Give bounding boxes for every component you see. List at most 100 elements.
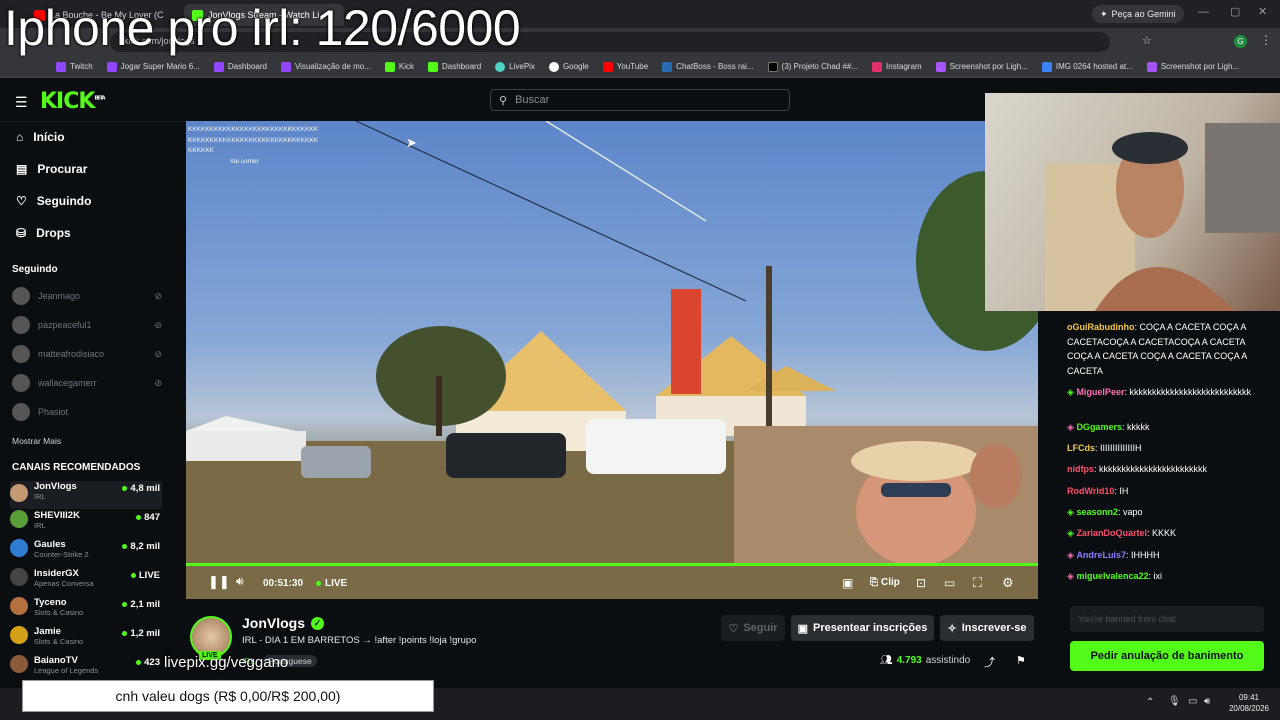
chat-username[interactable]: oGuiRabudinho — [1067, 322, 1135, 332]
bookmark-item[interactable]: Screenshot por Ligh... — [935, 61, 1028, 72]
nav-home[interactable]: ⌂ Início — [16, 130, 65, 144]
livepix-url: livepix.gg/veggano — [164, 654, 289, 671]
bookmark-item[interactable]: IMG 0264 hosted at... — [1041, 61, 1133, 72]
bookmark-item[interactable]: Dashboard — [213, 61, 267, 72]
chevron-up-icon[interactable]: ⌃ — [1146, 697, 1154, 708]
bookmark-item[interactable]: Screenshot por Ligh... — [1146, 61, 1239, 72]
minimize-button[interactable]: — — [1198, 6, 1209, 18]
volume-icon[interactable]: 🔊︎ — [1204, 696, 1210, 707]
beta-label: BETA — [94, 95, 105, 102]
share-icon[interactable]: ⤴ — [984, 654, 995, 670]
bookmark-item[interactable]: Dashboard — [428, 61, 481, 72]
chat-username[interactable]: AndreLuis7 — [1076, 550, 1126, 560]
clock[interactable]: 09:41 20/08/2026 — [1226, 692, 1272, 714]
report-icon[interactable]: ⚑ — [1016, 654, 1026, 667]
network-icon[interactable]: ▭ — [1188, 696, 1197, 707]
chat-username[interactable]: MiguelPeer — [1076, 387, 1124, 397]
nav-drops[interactable]: ⛁ Drops — [16, 226, 71, 240]
nav-label: Início — [33, 130, 65, 144]
avatar — [12, 345, 30, 363]
nav-following[interactable]: ♡ Seguindo — [16, 194, 91, 208]
chat-username[interactable]: RodWrld10 — [1067, 486, 1114, 496]
chat-text: IHHHH — [1130, 550, 1160, 560]
star-icon[interactable]: ☆ — [1142, 34, 1152, 47]
following-name: wallacegamerr — [38, 378, 97, 388]
following-item[interactable]: Phasiot — [12, 403, 162, 421]
chat-username[interactable]: ZarianDoQuartel — [1076, 528, 1147, 538]
clip-button[interactable]: ⎘ Clip — [870, 577, 900, 588]
channel-name: Jamie — [34, 626, 61, 637]
lightshot-icon — [935, 61, 946, 72]
avatar — [12, 287, 30, 305]
streamer-name[interactable]: JonVlogs — [242, 615, 305, 631]
following-item[interactable]: Jeanmago ⊘ — [12, 287, 162, 305]
gift-subs-button[interactable]: ▣ Presentear inscrições — [791, 615, 934, 641]
chat-username[interactable]: DGgamers — [1076, 422, 1122, 432]
channel-category: League of Legends — [34, 666, 99, 675]
channel-category: Counter-Strike 2 — [34, 550, 89, 559]
bookmark-item[interactable]: YouTube — [602, 61, 648, 72]
recommended-channel[interactable]: JonVlogs IRL 4,8 mil — [10, 481, 162, 509]
settings-gear-icon[interactable]: ⚙ — [1002, 575, 1014, 591]
volume-button[interactable]: 🔊︎ — [236, 574, 244, 589]
channel-name: Gaules — [34, 539, 66, 550]
bookmark-item[interactable]: (3) Projeto Chad ##... — [767, 61, 858, 72]
bookmark-item[interactable]: Jogar Super Mario 6... — [106, 61, 200, 72]
badge-icon: ◈ — [1067, 528, 1074, 538]
chat-username[interactable]: seasonn2 — [1076, 507, 1118, 517]
following-item[interactable]: pazpeaceful1 ⊘ — [12, 316, 162, 334]
pip-icon[interactable]: ▭ — [944, 576, 955, 590]
chat-username[interactable]: LFCds — [1067, 443, 1095, 453]
recommended-channel[interactable]: Tyceno Slots & Casino 2,1 mil — [10, 597, 162, 625]
menu-icon[interactable]: ⋮ — [1260, 33, 1272, 47]
fullscreen-icon[interactable]: ⛶ — [973, 575, 982, 591]
recommended-channel[interactable]: InsiderGX Apenas Conversa LIVE — [10, 568, 162, 596]
video-player[interactable]: KKKKKKKKKKKKKKKKKKKKKKKKKKKKKK KKKKKKKKK… — [186, 121, 1038, 599]
maximize-button[interactable]: ▢ — [1230, 5, 1240, 18]
bookmark-item[interactable]: Instagram — [872, 61, 922, 72]
youtube-icon — [602, 61, 613, 72]
viewer-count: 4.793 — [896, 655, 922, 666]
kick-logo[interactable]: KICKBETA — [40, 89, 106, 114]
bookmark-item[interactable]: Google — [548, 61, 589, 72]
bookmark-item[interactable]: Twitch — [56, 61, 93, 72]
nav-browse[interactable]: ▤ Procurar — [16, 162, 87, 176]
bookmark-item[interactable]: LivePix — [495, 61, 535, 72]
bookmark-item[interactable]: ChatBoss - Boss rai... — [662, 61, 754, 72]
recommended-channel[interactable]: BaianoTV League of Legends 423 — [10, 655, 162, 683]
search-input[interactable]: ⚲ Buscar — [490, 89, 790, 111]
chat-input[interactable]: You're banned from chat — [1070, 606, 1264, 632]
chat-message: LFCds: IIIIIIIIIIIIIIH — [1067, 443, 1142, 453]
recommended-channel[interactable]: Jamie Slots & Casino 1,2 mil — [10, 626, 162, 654]
miniplayer-icon[interactable]: ▣ — [842, 576, 853, 590]
show-more-link[interactable]: Mostrar Mais — [12, 436, 61, 446]
theater-icon[interactable]: ⊡ — [916, 576, 926, 590]
recommended-channel[interactable]: Gaules Counter-Strike 2 8,2 mil — [10, 539, 162, 567]
lightshot-icon — [1146, 61, 1157, 72]
recommended-channel[interactable]: SHEVIII2K IRL 847 — [10, 510, 162, 538]
follow-button[interactable]: ♡ Seguir — [721, 615, 785, 641]
donation-goal-bar: cnh valeu dogs (R$ 0,00/R$ 200,00) — [22, 680, 434, 712]
chat-username[interactable]: miguelvalenca22 — [1076, 571, 1148, 581]
close-window-button[interactable]: ✕ — [1258, 5, 1267, 18]
chat-message: ◈ ZarianDoQuartel: KKKK — [1067, 528, 1176, 538]
profile-avatar[interactable]: G — [1234, 35, 1247, 48]
chat-username[interactable]: nidfps — [1067, 464, 1094, 474]
bookmark-item[interactable]: Visualização de mo... — [280, 61, 371, 72]
channel-name: InsiderGX — [34, 568, 79, 579]
gemini-button[interactable]: ✦ Peça ao Gemini — [1092, 5, 1184, 23]
channel-name: Tyceno — [34, 597, 67, 608]
channel-category: IRL — [34, 521, 46, 530]
following-item[interactable]: matteafrodisiaco ⊘ — [12, 345, 162, 363]
request-unban-button[interactable]: Pedir anulação de banimento — [1070, 641, 1264, 671]
microphone-icon[interactable]: 🎙︎ — [1168, 696, 1181, 707]
live-indicator[interactable]: LIVE — [316, 578, 347, 589]
following-item[interactable]: wallacegamerr ⊘ — [12, 374, 162, 392]
subscribe-button[interactable]: ✧ Inscrever-se — [940, 615, 1034, 641]
viewer-label: assistindo — [925, 655, 971, 666]
bookmark-item[interactable]: Kick — [384, 61, 414, 72]
pause-button[interactable]: ❚❚ — [208, 574, 230, 590]
search-icon: ⚲ — [499, 94, 508, 107]
hamburger-menu-icon[interactable]: ☰ — [15, 94, 28, 111]
chat-text: kkkkkkkkkkkkkkkkkkkkkkkk — [1099, 464, 1208, 474]
